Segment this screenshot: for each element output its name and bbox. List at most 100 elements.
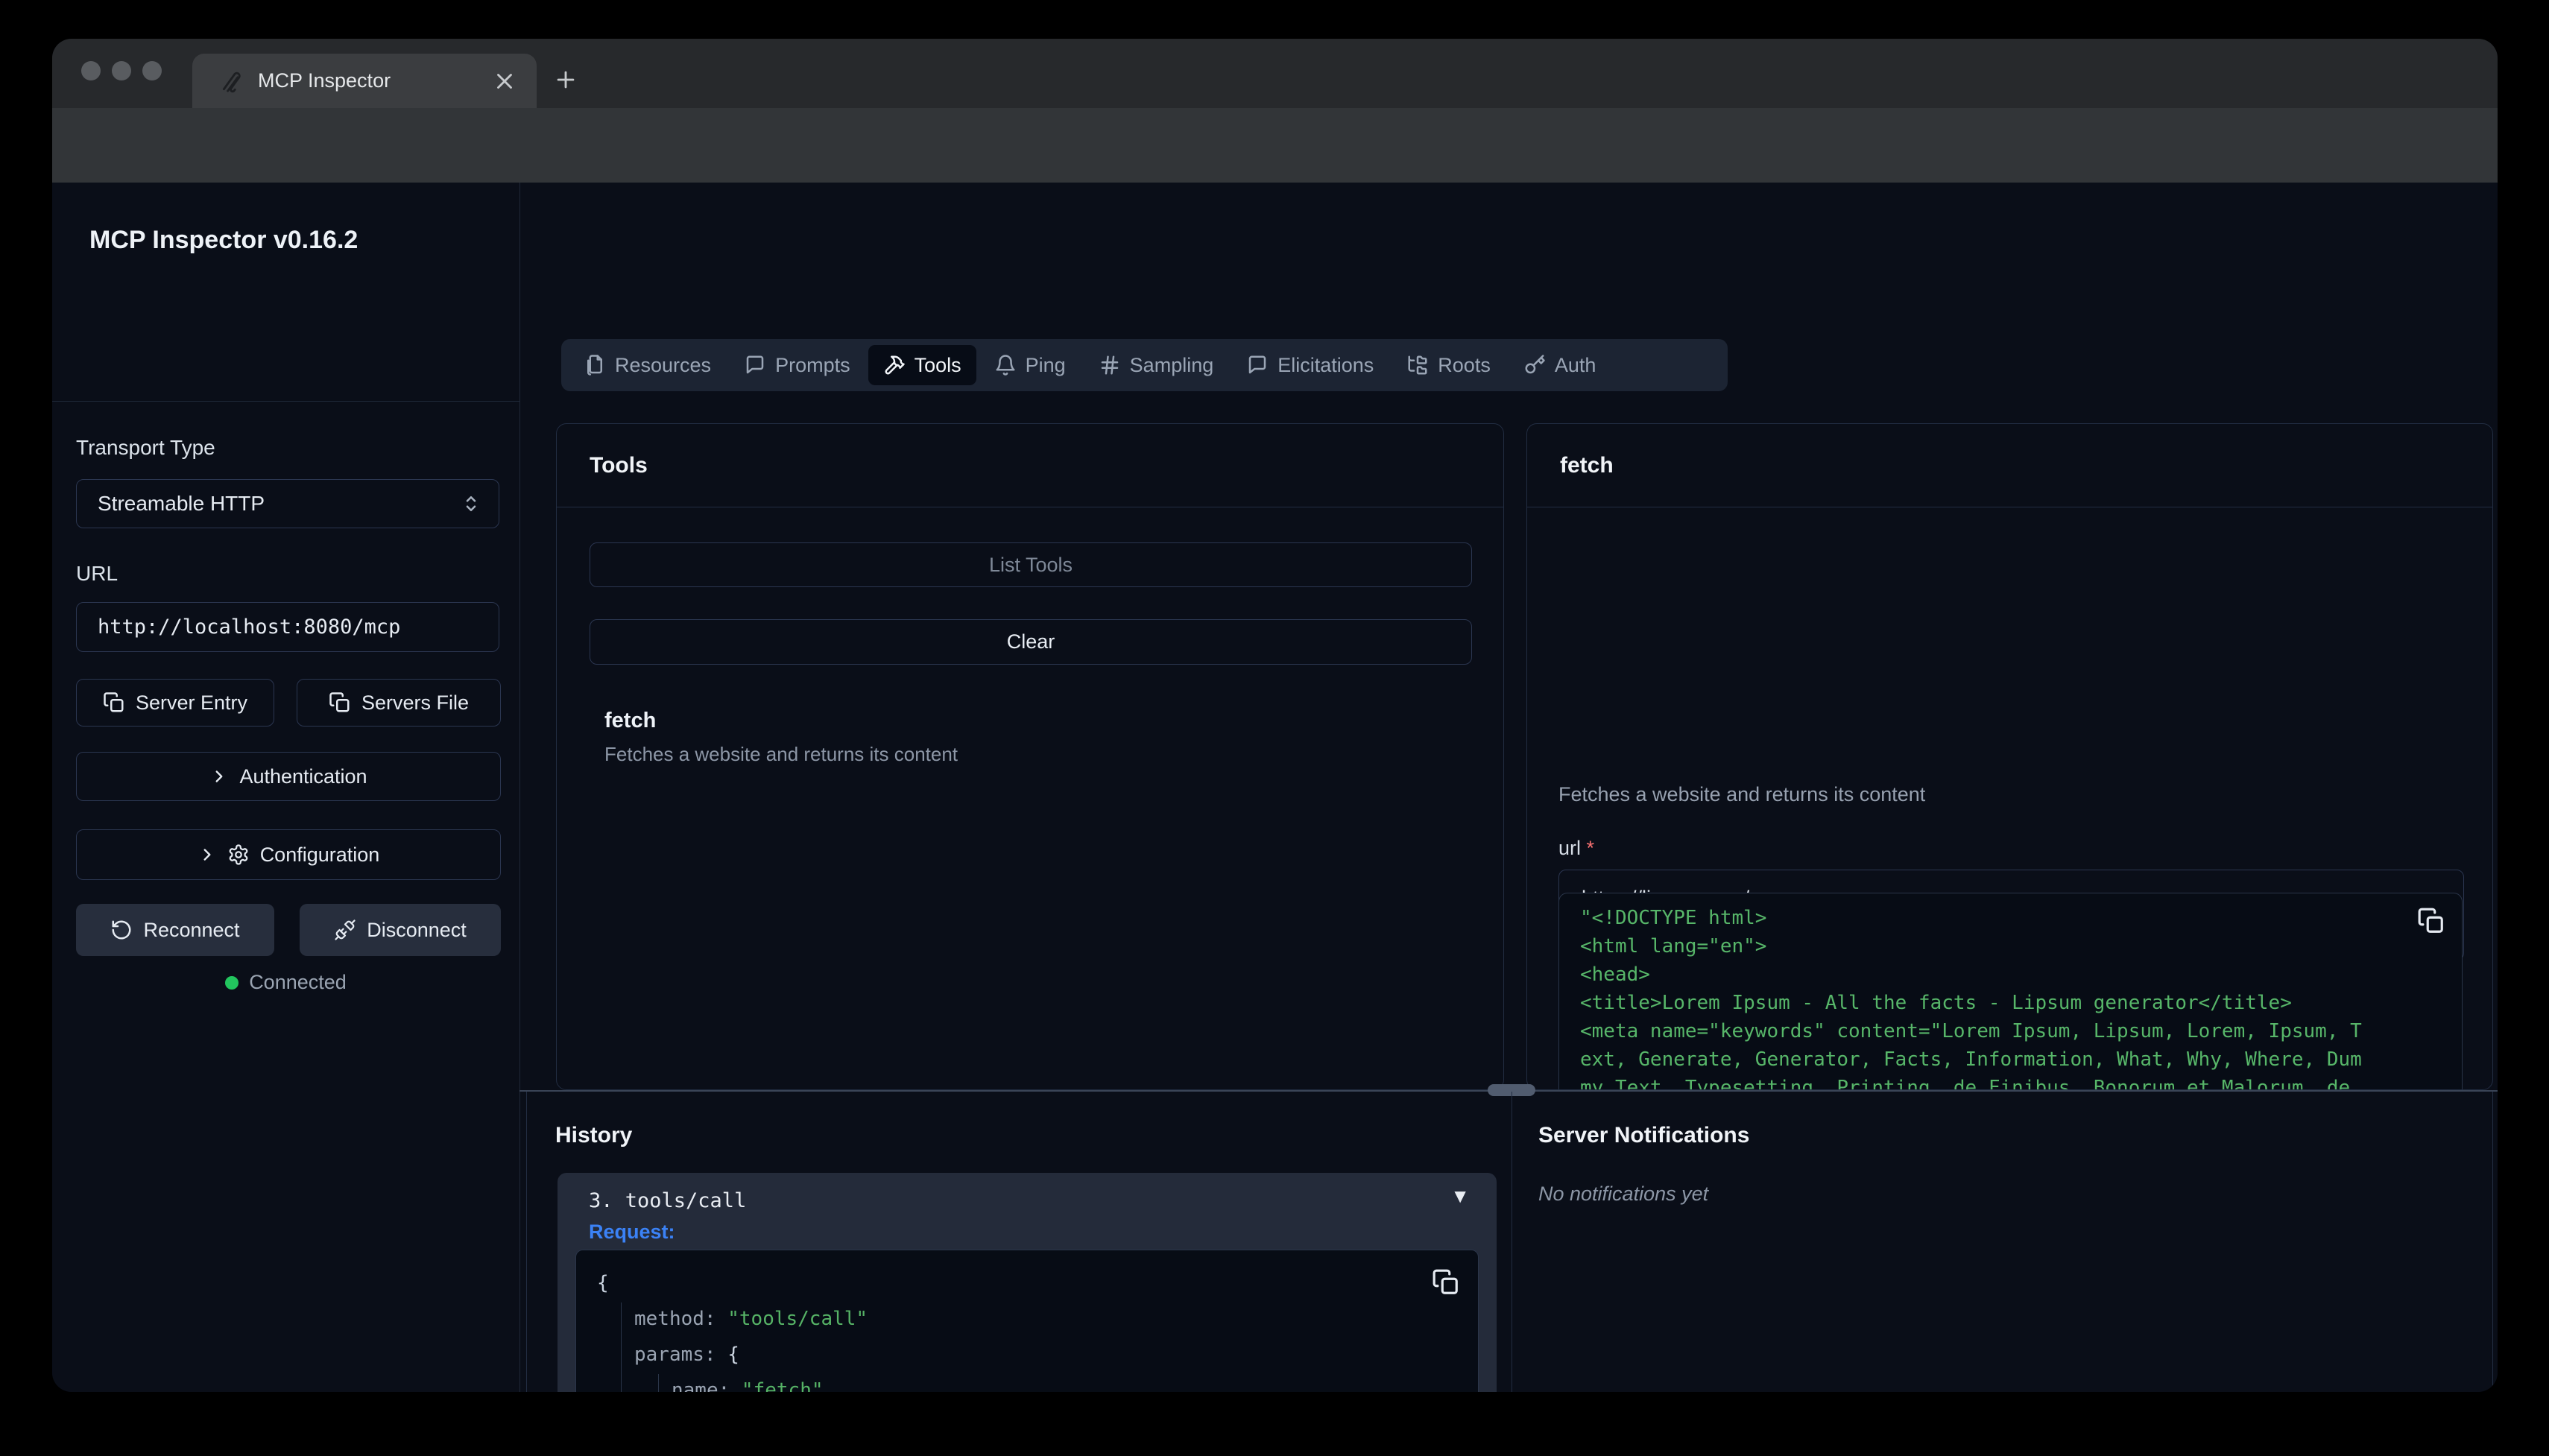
transport-type-select[interactable]: Streamable HTTP [76, 479, 499, 528]
tab-elicitations[interactable]: Elicitations [1231, 345, 1389, 385]
tool-panel-header: fetch [1527, 424, 2492, 507]
list-tools-button[interactable]: List Tools [590, 542, 1472, 587]
tool-item-name: fetch [604, 709, 656, 733]
chevron-right-icon [209, 767, 229, 786]
request-json-block[interactable]: {method: "tools/call"params: {name: "fet… [575, 1250, 1479, 1392]
window-minimize-dot[interactable] [112, 61, 131, 80]
window-zoom-dot[interactable] [142, 61, 162, 80]
app-title: MCP Inspector v0.16.2 [89, 226, 358, 255]
servers-file-button[interactable]: Servers File [297, 679, 501, 727]
url-label: URL [76, 562, 118, 586]
indent-guide [658, 1374, 659, 1392]
result-code-line: <title>Lorem Ipsum - All the facts - Lip… [1580, 989, 2410, 1017]
tools-panel-title: Tools [590, 453, 648, 478]
servers-file-label: Servers File [361, 691, 469, 715]
tab-title: MCP Inspector [258, 69, 492, 92]
reconnect-label: Reconnect [143, 919, 239, 942]
indent-guide [621, 1303, 622, 1392]
chevrons-up-down-icon [460, 493, 482, 515]
disconnect-button[interactable]: Disconnect [300, 904, 501, 956]
tab-tools[interactable]: Tools [868, 345, 976, 385]
tab-auth[interactable]: Auth [1509, 345, 1611, 385]
tab-label: Auth [1555, 354, 1596, 377]
tab-ping[interactable]: Ping [979, 345, 1081, 385]
mcp-inspector-page: MCP Inspector v0.16.2 Transport Type Str… [52, 183, 2498, 1392]
transport-type-label: Transport Type [76, 436, 215, 460]
history-entry-card: 3. tools/call ▼ Request: {method: "tools… [558, 1173, 1497, 1392]
result-code-line: "<!DOCTYPE html> [1580, 904, 2410, 932]
request-json-line: { [576, 1265, 1426, 1301]
history-panel-left-border [526, 1092, 527, 1392]
clear-label: Clear [1007, 630, 1055, 653]
tools-list-panel: Tools List Tools Clear fetch Fetches a w… [556, 423, 1504, 1090]
result-code-line: my Text, Typesetting, Printing, de Finib… [1580, 1074, 2410, 1090]
tab-label: Prompts [775, 354, 850, 377]
hammer-icon [883, 354, 906, 376]
connection-status: Connected [52, 971, 519, 994]
history-title: History [555, 1123, 632, 1148]
copy-result-icon[interactable] [2417, 907, 2445, 935]
result-code-lines: "<!DOCTYPE html><html lang="en"><head><t… [1580, 904, 2410, 1090]
folder-tree-icon [1406, 354, 1429, 376]
server-entry-button[interactable]: Server Entry [76, 679, 274, 727]
restart-icon [110, 919, 133, 941]
files-icon [584, 354, 606, 376]
result-code-line: <html lang="en"> [1580, 932, 2410, 960]
tab-label: Ping [1026, 354, 1066, 377]
history-entry-label[interactable]: 3. tools/call [589, 1183, 746, 1218]
copy-icon [329, 691, 351, 714]
tab-label: Roots [1438, 354, 1491, 377]
bell-icon [994, 354, 1017, 376]
result-code-line: <head> [1580, 960, 2410, 989]
request-json-line: params: { [576, 1337, 1426, 1373]
tool-detail-panel: fetch Fetches a website and returns its … [1526, 423, 2493, 1090]
result-code-line: ext, Generate, Generator, Facts, Informa… [1580, 1045, 2410, 1074]
request-json-lines: {method: "tools/call"params: {name: "fet… [576, 1265, 1426, 1392]
request-json-line: name: "fetch" [576, 1373, 1426, 1392]
tab-sampling[interactable]: Sampling [1084, 345, 1229, 385]
browser-window: MCP Inspector localhost:6274/?MCP_PROXY_… [52, 39, 2498, 1392]
mcp-logo-icon [219, 69, 244, 94]
no-notifications-text: No notifications yet [1538, 1183, 1708, 1206]
new-tab-icon[interactable] [553, 67, 578, 92]
chat-bubble-icon [1246, 354, 1269, 376]
authentication-toggle[interactable]: Authentication [76, 752, 501, 801]
copy-request-icon[interactable] [1432, 1268, 1460, 1297]
server-entry-label: Server Entry [136, 691, 247, 715]
configuration-label: Configuration [260, 843, 380, 867]
tool-result-code-block[interactable]: "<!DOCTYPE html><html lang="en"><head><t… [1558, 893, 2463, 1090]
notifications-panel-right-border [2492, 1092, 2493, 1392]
tab-roots[interactable]: Roots [1392, 345, 1506, 385]
tab-prompts[interactable]: Prompts [729, 345, 865, 385]
url-input[interactable]: http://localhost:8080/mcp [76, 602, 499, 652]
copy-icon [103, 691, 125, 714]
browser-tab-strip: MCP Inspector [52, 39, 2498, 108]
transport-type-value: Streamable HTTP [98, 492, 265, 516]
tab-label: Resources [615, 354, 711, 377]
sidebar: MCP Inspector v0.16.2 Transport Type Str… [52, 183, 520, 1392]
authentication-label: Authentication [239, 765, 367, 788]
chevron-right-icon [198, 845, 217, 864]
browser-tab[interactable]: MCP Inspector [192, 54, 537, 108]
reconnect-button[interactable]: Reconnect [76, 904, 274, 956]
server-notifications-title: Server Notifications [1538, 1123, 1749, 1148]
tab-close-icon[interactable] [492, 69, 517, 94]
status-label: Connected [249, 971, 347, 994]
result-code-line: <meta name="keywords" content="Lorem Ips… [1580, 1017, 2410, 1045]
tab-resources[interactable]: Resources [569, 345, 726, 385]
list-tools-label: List Tools [989, 554, 1073, 577]
tab-label: Elicitations [1277, 354, 1374, 377]
tool-panel-title: fetch [1560, 453, 1614, 478]
nav-tab-bar: Resources Prompts Tools Ping [561, 339, 1728, 391]
tab-label: Sampling [1130, 354, 1214, 377]
clear-button[interactable]: Clear [590, 619, 1472, 665]
configuration-toggle[interactable]: Configuration [76, 829, 501, 880]
status-dot [225, 976, 239, 990]
window-close-dot[interactable] [81, 61, 101, 80]
browser-toolbar: localhost:6274/?MCP_PROXY_AUTH_TOKEN=9e7… [52, 108, 2498, 183]
sidebar-divider [52, 401, 519, 402]
collapse-caret-icon[interactable]: ▼ [1450, 1185, 1470, 1208]
url-field-label-text: url [1558, 837, 1581, 859]
hash-icon [1099, 354, 1121, 376]
disconnect-label: Disconnect [367, 919, 467, 942]
